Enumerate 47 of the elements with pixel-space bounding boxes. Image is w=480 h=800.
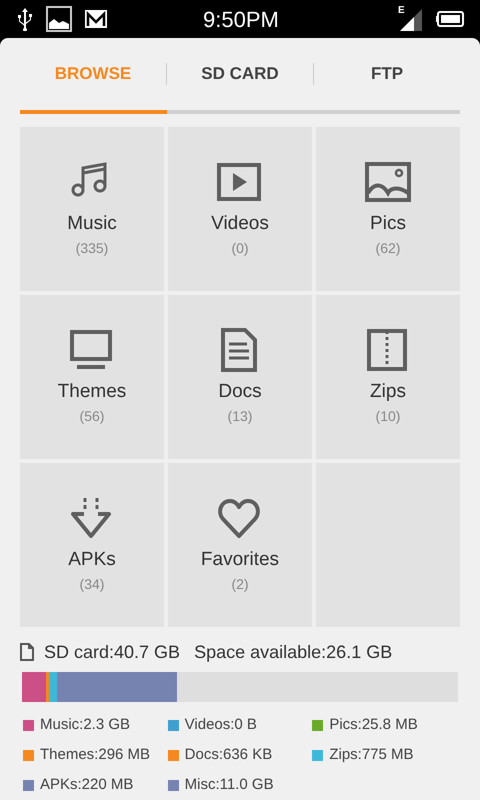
usb-icon [16, 7, 34, 31]
legend-label: APKs:220 MB [40, 774, 134, 795]
category-label: Music [67, 212, 117, 236]
category-count: (2) [231, 575, 249, 594]
category-tile[interactable]: APKs (34) [20, 463, 164, 627]
legend-label: Videos:0 B [184, 714, 257, 735]
sd-card-size: SD card:40.7 GB [44, 640, 180, 664]
legend-label: Zips:775 MB [329, 744, 414, 765]
category-tile[interactable]: Pics (62) [316, 127, 460, 291]
mail-icon [84, 9, 108, 29]
category-label: Pics [370, 212, 406, 236]
status-time: 9:50PM [203, 6, 279, 34]
heart-icon [217, 496, 263, 540]
legend-label: Misc:11.0 GB [184, 774, 274, 795]
category-label: Zips [370, 380, 406, 404]
category-tile[interactable]: Docs (13) [168, 295, 312, 459]
space-available: Space available:26.1 GB [194, 640, 392, 664]
tab[interactable]: FTP [314, 61, 460, 87]
category-tile[interactable]: Themes (56) [20, 295, 164, 459]
category-tile[interactable]: Favorites (2) [168, 463, 312, 627]
category-count: (10) [376, 407, 400, 426]
monitor-icon [69, 328, 115, 372]
category-label: Favorites [200, 548, 280, 572]
legend-label: Pics:25.8 MB [329, 714, 418, 735]
picture-icon [365, 160, 411, 204]
play-icon [217, 160, 263, 204]
category-count: (62) [376, 239, 400, 258]
category-label: Docs [218, 380, 262, 404]
legend-label: Themes:296 MB [40, 744, 150, 765]
category-count: (0) [231, 239, 249, 258]
image-icon [46, 6, 72, 32]
category-count: (34) [80, 575, 104, 594]
category-tile[interactable]: Videos (0) [168, 127, 312, 291]
category-label: Videos [211, 212, 269, 236]
sd-card-icon [20, 643, 34, 661]
legend-label: Music:2.3 GB [40, 714, 130, 735]
network-type: E [398, 4, 405, 18]
category-label: APKs [68, 548, 116, 572]
category-count: (56) [80, 407, 104, 426]
tab[interactable]: SD CARD [167, 61, 313, 87]
category-tile[interactable]: Music (335) [20, 127, 164, 291]
category-count: (335) [76, 239, 108, 258]
category-tile[interactable]: Zips (10) [316, 295, 460, 459]
battery-icon [436, 11, 464, 27]
legend-label: Docs:636 KB [184, 744, 272, 765]
category-count: (13) [228, 407, 252, 426]
category-label: Themes [58, 380, 126, 404]
